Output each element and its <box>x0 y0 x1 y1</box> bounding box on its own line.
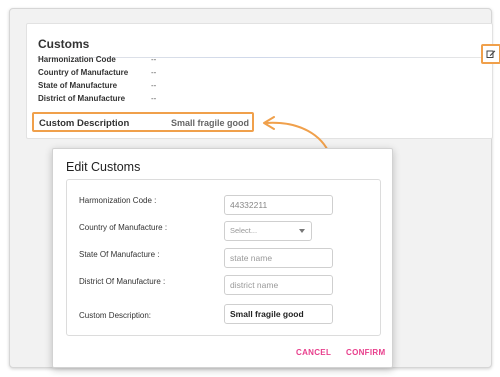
screenshot-frame: Customs Harmonization Code -- Country of… <box>9 8 500 368</box>
field-value-state: -- <box>151 81 157 90</box>
field-label-district: District of Manufacture <box>38 94 126 103</box>
chevron-down-icon <box>299 229 305 233</box>
district-label: District Of Manufacture : <box>79 277 166 286</box>
state-input[interactable]: state name <box>224 248 333 268</box>
description-input[interactable]: Small fragile good <box>224 304 333 324</box>
confirm-button[interactable]: CONFIRM <box>346 348 385 357</box>
custom-description-value: Small fragile good <box>171 118 250 128</box>
state-label: State Of Manufacture : <box>79 250 160 259</box>
description-label: Custom Description: <box>79 311 152 320</box>
harmonization-label: Harmonization Code : <box>79 196 157 205</box>
country-label: Country of Manufacture : <box>79 223 168 232</box>
district-input[interactable]: district name <box>224 275 333 295</box>
cancel-button[interactable]: CANCEL <box>296 348 331 357</box>
edit-customs-modal: Edit Customs Harmonization Code : 443322… <box>52 148 393 368</box>
field-value-country: -- <box>151 68 157 77</box>
harmonization-input[interactable]: 44332211 <box>224 195 333 215</box>
country-select[interactable]: Select... <box>224 221 312 241</box>
custom-description-highlight: Custom Description Small fragile good <box>32 112 254 132</box>
edit-icon <box>486 50 496 58</box>
modal-form: Harmonization Code : 44332211 Country of… <box>66 179 381 336</box>
field-value-district: -- <box>151 94 157 103</box>
country-select-value: Select... <box>230 226 258 235</box>
field-label-harmonization: Harmonization Code <box>38 55 116 64</box>
field-label-country: Country of Manufacture <box>38 68 129 77</box>
card-title: Customs <box>38 37 90 51</box>
edit-button[interactable] <box>481 44 500 64</box>
field-label-state: State of Manufacture <box>38 81 118 90</box>
modal-title: Edit Customs <box>66 160 141 174</box>
field-value-harmonization: -- <box>151 55 157 64</box>
custom-description-label: Custom Description <box>39 118 130 129</box>
